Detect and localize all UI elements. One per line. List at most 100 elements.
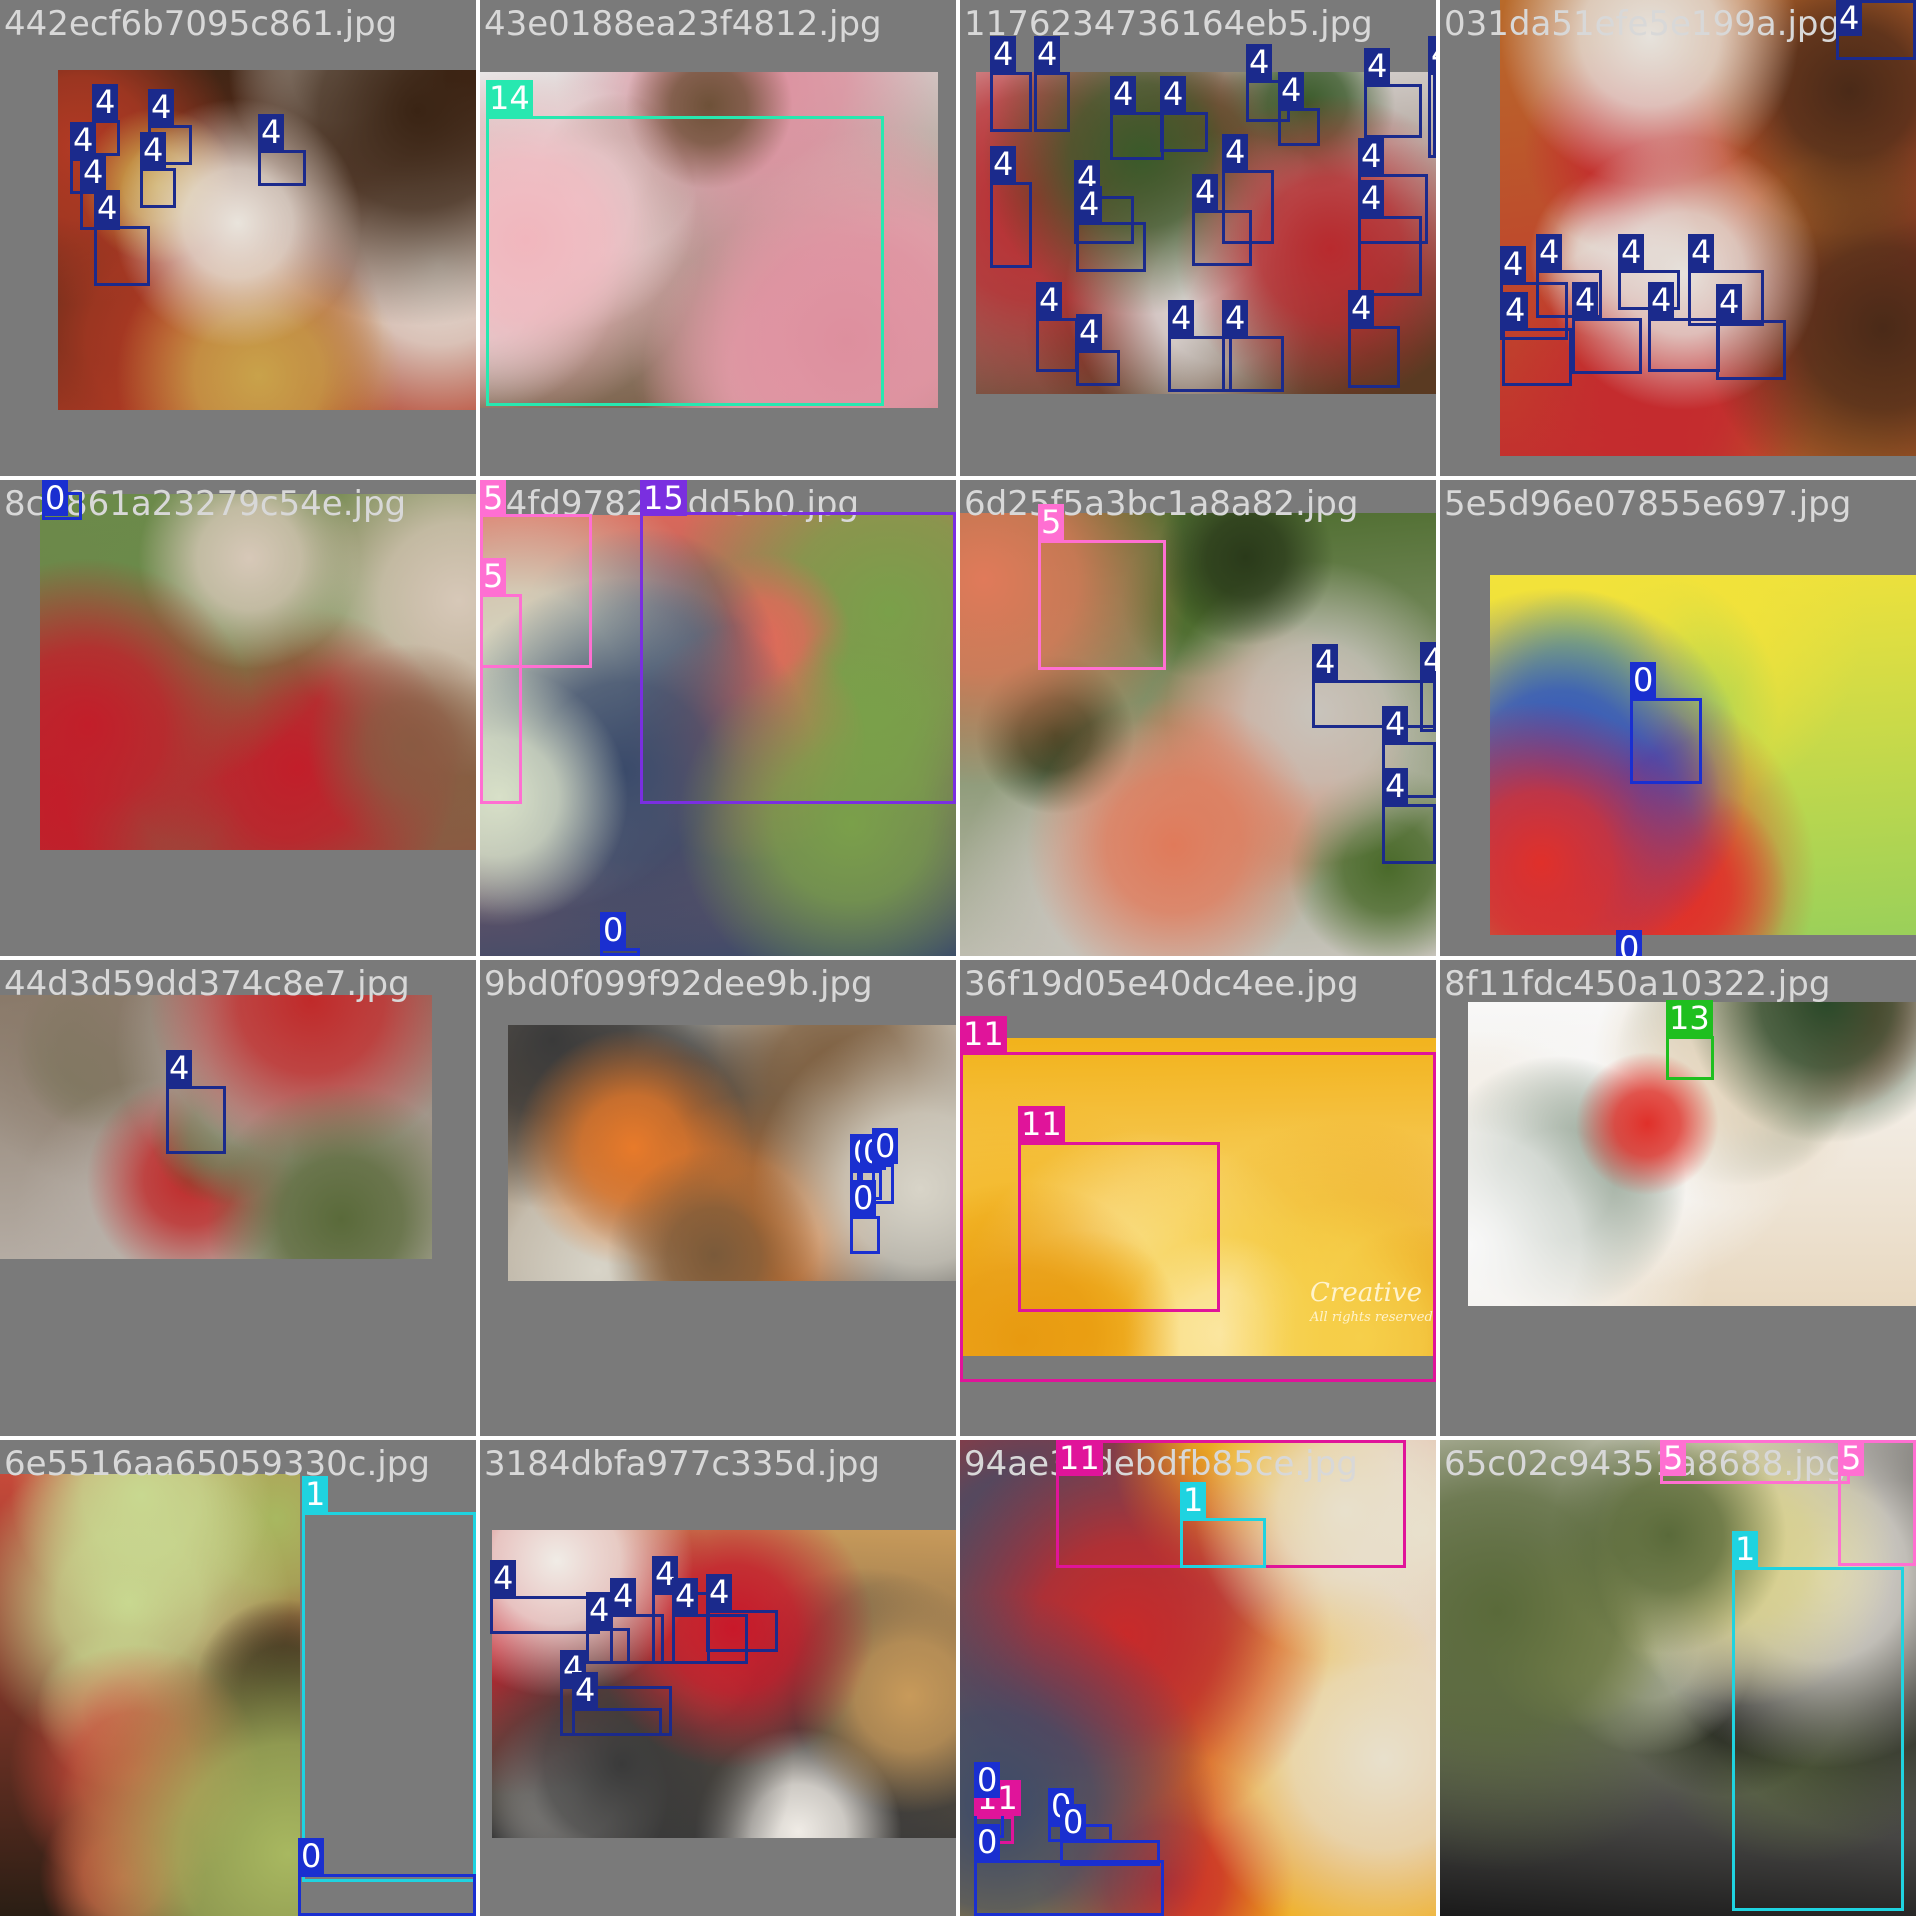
class-label-tag: 4 bbox=[1036, 282, 1063, 318]
class-label-tag: 4 bbox=[1536, 234, 1563, 270]
class-label-tag: 11 bbox=[960, 1016, 1007, 1052]
class-label-tag: 4 bbox=[586, 1592, 613, 1628]
detection-box bbox=[1018, 1142, 1220, 1312]
tile-photo bbox=[0, 1474, 300, 1916]
mosaic-tile: 5e5d96e07855e697.jpg 0 0 bbox=[1440, 480, 1916, 956]
tile-filename: 9bd0f099f92dee9b.jpg bbox=[484, 964, 873, 1004]
detection-box bbox=[1110, 112, 1164, 160]
class-label-tag: 0 bbox=[1630, 662, 1657, 698]
mosaic-tile: 9bd0f099f92dee9b.jpg0000 bbox=[480, 960, 956, 1436]
class-label-tag: 4 bbox=[1688, 234, 1715, 270]
detection-box bbox=[1076, 350, 1120, 386]
detection-box bbox=[480, 594, 522, 804]
class-label-tag: 4 bbox=[1358, 138, 1385, 174]
detection-box bbox=[706, 1610, 778, 1652]
class-label-tag: 4 bbox=[1222, 134, 1249, 170]
class-label-tag: 4 bbox=[1572, 282, 1599, 318]
class-label-tag: 1 bbox=[1732, 1531, 1759, 1567]
detection-box bbox=[298, 1874, 476, 1916]
mosaic-tile: 8f11fdc450a10322.jpg 13 bbox=[1440, 960, 1916, 1436]
detection-box bbox=[1660, 1440, 1850, 1484]
detection-box bbox=[258, 150, 306, 186]
mosaic-tile: 6d25f5a3bc1a8a82.jpg 5 4 4 4 4 bbox=[960, 480, 1436, 956]
detection-box bbox=[600, 948, 640, 956]
detection-box bbox=[1312, 680, 1436, 728]
detection-box bbox=[1060, 1840, 1160, 1866]
class-label-tag: 4 bbox=[166, 1050, 193, 1086]
detection-box bbox=[1038, 540, 1166, 670]
mosaic-tile: Creative All rights reserved 36f19d05e40dc… bbox=[960, 960, 1436, 1436]
class-label-tag: 4 bbox=[990, 146, 1017, 182]
tile-filename: 44d3d59dd374c8e7.jpg bbox=[4, 964, 410, 1004]
class-label-tag: 4 bbox=[1076, 186, 1103, 222]
detection-box bbox=[1348, 326, 1400, 388]
detection-box bbox=[1572, 318, 1642, 374]
class-label-tag: 0 bbox=[42, 480, 69, 516]
class-label-tag: 4 bbox=[1358, 180, 1385, 216]
class-label-tag: 4 bbox=[1382, 768, 1409, 804]
class-label-tag: 4 bbox=[140, 132, 167, 168]
detection-box bbox=[1716, 320, 1786, 380]
detection-box bbox=[1076, 222, 1146, 272]
mosaic-tile: 94ae37debdfb85ce.jpg111110000 bbox=[960, 1440, 1436, 1916]
class-label-tag: 11 bbox=[1056, 1440, 1103, 1476]
detection-box bbox=[990, 72, 1032, 132]
detection-box bbox=[1180, 1518, 1266, 1568]
class-label-tag: 4 bbox=[94, 190, 121, 226]
class-label-tag: 13 bbox=[1666, 1000, 1713, 1036]
class-label-tag: 4 bbox=[80, 154, 107, 190]
detection-box bbox=[1160, 112, 1208, 152]
tile-photo bbox=[1490, 575, 1916, 935]
detection-box bbox=[1036, 318, 1078, 372]
tile-filename: 8f11fdc450a10322.jpg bbox=[1444, 964, 1831, 1004]
detection-box bbox=[1358, 216, 1422, 296]
class-label-tag: 4 bbox=[1192, 174, 1219, 210]
tile-filename: 031da51efe5e199a.jpg bbox=[1444, 4, 1841, 44]
class-label-tag: 4 bbox=[1648, 282, 1675, 318]
tile-filename: 3184dbfa977c335d.jpg bbox=[484, 1444, 880, 1484]
class-label-tag: 4 bbox=[1222, 300, 1249, 336]
detection-mosaic: 442ecf6b7095c861.jpg 4 4 4 4 4 4 4 43e0188ea23f4… bbox=[0, 0, 1920, 1920]
class-label-tag: 0 bbox=[872, 1128, 899, 1164]
class-label-tag: 4 bbox=[1618, 234, 1645, 270]
class-label-tag: 4 bbox=[490, 1560, 517, 1596]
class-label-tag: 4 bbox=[1420, 642, 1436, 678]
tile-photo bbox=[1500, 0, 1916, 456]
mosaic-tile: 6e5516aa65059330c.jpg 1 0 bbox=[0, 1440, 476, 1916]
class-label-tag: 15 bbox=[640, 480, 687, 516]
tile-photo bbox=[960, 513, 1436, 956]
class-label-tag: 4 bbox=[148, 89, 175, 125]
class-label-tag: 4 bbox=[92, 84, 119, 120]
detection-box bbox=[1666, 1036, 1714, 1080]
detection-box bbox=[140, 168, 176, 208]
class-label-tag: 5 bbox=[1660, 1440, 1687, 1476]
tile-filename: 1176234736164eb5.jpg bbox=[964, 4, 1373, 44]
tile-filename: 442ecf6b7095c861.jpg bbox=[4, 4, 398, 44]
class-label-tag: 4 bbox=[1502, 292, 1529, 328]
class-label-tag: 4 bbox=[1382, 706, 1409, 742]
class-label-tag: 11 bbox=[1018, 1106, 1065, 1142]
tile-photo bbox=[40, 494, 476, 850]
class-label-tag: 5 bbox=[480, 558, 507, 594]
detection-box bbox=[490, 1596, 600, 1634]
class-label-tag: 4 bbox=[990, 36, 1017, 72]
class-label-tag: 4 bbox=[1364, 48, 1391, 84]
class-label-tag: 1 bbox=[302, 1476, 329, 1512]
detection-box bbox=[1502, 328, 1572, 386]
class-label-tag: 0 bbox=[298, 1838, 325, 1874]
mosaic-tile: 3184dbfa977c335d.jpg 4 4 4 4 4 4 4 4 bbox=[480, 1440, 956, 1916]
class-label-tag: 0 bbox=[974, 1762, 1001, 1798]
detection-box bbox=[850, 1216, 880, 1254]
detection-box bbox=[640, 512, 956, 804]
detection-box bbox=[1222, 170, 1274, 244]
mosaic-tile: 031da51efe5e199a.jpg 4 4 4 4 4 4 4 4 4 bbox=[1440, 0, 1916, 476]
detection-box bbox=[94, 226, 150, 286]
class-label-tag: 4 bbox=[1034, 36, 1061, 72]
mosaic-tile: 1176234736164eb5.jpg44444444444444444444 bbox=[960, 0, 1436, 476]
class-label-tag: 5 bbox=[1038, 504, 1065, 540]
detection-box bbox=[302, 1512, 476, 1882]
detection-box bbox=[1420, 678, 1436, 732]
detection-box bbox=[1278, 108, 1320, 146]
class-label-tag: 0 bbox=[974, 1824, 1001, 1860]
class-label-tag: 4 bbox=[1246, 44, 1273, 80]
